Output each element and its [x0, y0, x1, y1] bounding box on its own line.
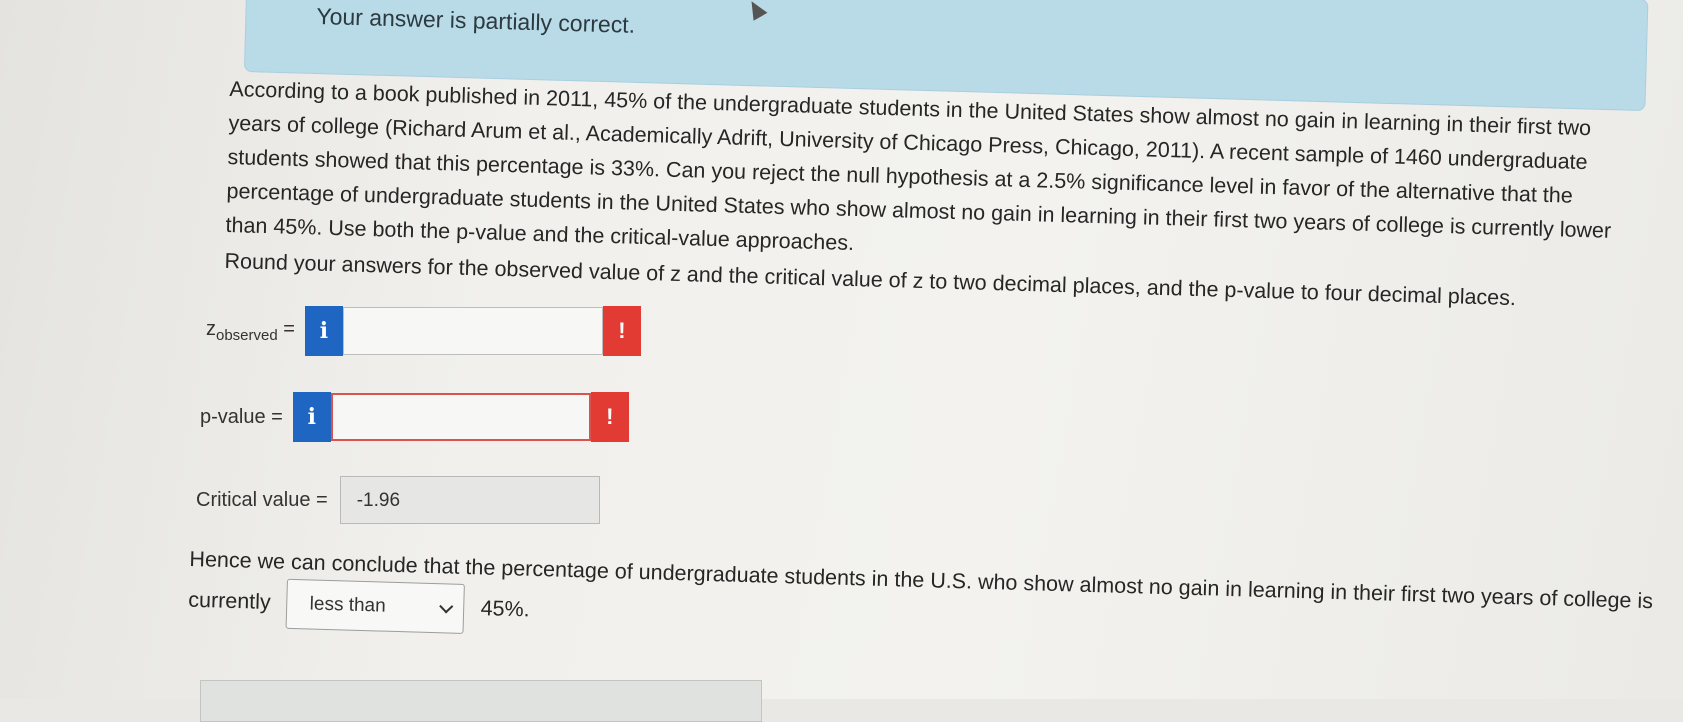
critical-value-label: Critical value = [196, 488, 328, 511]
conclusion-suffix: 45%. [480, 596, 530, 622]
p-value-input[interactable] [330, 393, 591, 441]
next-section-box [200, 680, 762, 722]
conclusion-dropdown[interactable]: less than [285, 578, 466, 634]
feedback-banner-text: Your answer is partially correct. [316, 2, 636, 38]
p-value-warning-icon[interactable]: ! [590, 392, 629, 442]
z-observed-input[interactable] [342, 307, 603, 355]
p-value-label: p-value = [200, 405, 283, 428]
z-observed-label: zobserved = [206, 318, 295, 344]
p-value-row: p-value = i ! [200, 392, 629, 442]
p-value-info-icon[interactable]: i [292, 392, 331, 442]
critical-value-field: -1.96 [339, 476, 600, 524]
z-observed-info-icon[interactable]: i [304, 306, 343, 356]
z-observed-warning-icon[interactable]: ! [602, 306, 641, 356]
conclusion-dropdown-value: less than [309, 593, 387, 617]
critical-value-row: Critical value = -1.96 [196, 476, 600, 524]
chevron-down-icon [439, 599, 454, 614]
z-observed-row: zobserved = i ! [206, 306, 641, 356]
question-area: According to a book published in 2011, 4… [224, 72, 1669, 319]
